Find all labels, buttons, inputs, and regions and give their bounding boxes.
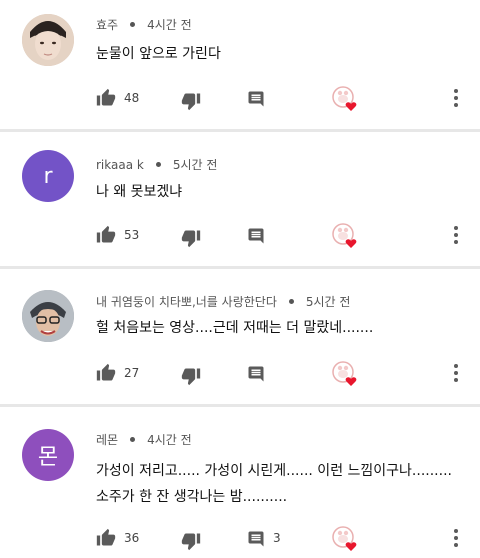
reply-icon[interactable] — [247, 365, 265, 383]
comment-time[interactable]: 5시간 전 — [173, 158, 218, 172]
comment-author[interactable]: 내 귀염둥이 치타뽀,너를 사랑한단다 — [96, 295, 277, 309]
comment-line: 헐 처음보는 영상....근데 저때는 더 말랐네....... — [96, 320, 374, 336]
thumbs-up-icon[interactable] — [96, 363, 116, 383]
separator-dot — [155, 162, 161, 167]
like-count: 36 — [124, 531, 140, 545]
creator-heart-badge — [330, 221, 360, 251]
comment-text: 눈물이 앞으로 가린다 — [96, 44, 221, 64]
comment-author[interactable]: rikaaa k — [96, 158, 144, 172]
separator-dot — [288, 299, 294, 304]
thumbs-up-icon[interactable] — [96, 225, 116, 245]
comment-meta: 레몬 4시간 전 — [96, 431, 192, 448]
thumbs-down-icon[interactable] — [181, 366, 201, 386]
reply-icon[interactable] — [247, 90, 265, 108]
avatar[interactable] — [22, 290, 74, 342]
comment-item: 내 귀염둥이 치타뽀,너를 사랑한단다 5시간 전 헐 처음보는 영상....근데… — [0, 269, 480, 403]
comment-time[interactable]: 4시간 전 — [147, 433, 192, 447]
comment-meta: rikaaa k 5시간 전 — [96, 156, 217, 173]
thumbs-up-icon[interactable] — [96, 528, 116, 548]
comment-item: r rikaaa k 5시간 전 나 왜 못보겠냐 53 — [0, 132, 480, 266]
avatar[interactable] — [22, 14, 74, 66]
comment-time[interactable]: 5시간 전 — [306, 295, 351, 309]
comment-line: 나 왜 못보겠냐 — [96, 184, 183, 200]
heart-icon — [332, 361, 357, 386]
creator-heart-badge — [330, 524, 360, 554]
comment-meta: 효주 4시간 전 — [96, 16, 192, 33]
comment-line: 소주가 한 잔 생각나는 밤.......... — [96, 489, 288, 505]
avatar-letter: 몬 — [37, 445, 59, 470]
reply-count: 3 — [273, 531, 281, 545]
heart-icon — [332, 526, 357, 551]
thumbs-up-icon[interactable] — [96, 88, 116, 108]
avatar-letter: r — [43, 163, 53, 189]
more-options-icon[interactable] — [450, 527, 462, 549]
like-count: 27 — [124, 366, 140, 380]
comment-time[interactable]: 4시간 전 — [147, 18, 192, 32]
comment-text: 가성이 저리고..... 가성이 시린게...... 이런 느낌이구나.....… — [96, 458, 452, 510]
comment-author[interactable]: 레몬 — [96, 433, 118, 447]
comment-actions: 36 3 — [0, 524, 480, 554]
more-options-icon[interactable] — [450, 87, 462, 109]
creator-heart-badge — [330, 84, 360, 114]
comment-meta: 내 귀염둥이 치타뽀,너를 사랑한단다 5시간 전 — [96, 293, 350, 310]
reply-icon[interactable] — [247, 530, 265, 548]
comment-actions: 48 — [0, 84, 480, 114]
heart-icon — [332, 86, 357, 111]
avatar[interactable]: 몬 — [22, 429, 74, 481]
comment-text: 나 왜 못보겠냐 — [96, 182, 182, 202]
creator-heart-badge — [330, 359, 360, 389]
thumbs-down-icon[interactable] — [181, 228, 201, 248]
comment-author[interactable]: 효주 — [96, 18, 118, 32]
heart-icon — [332, 223, 357, 248]
avatar-photo — [22, 14, 74, 66]
more-options-icon[interactable] — [450, 362, 462, 384]
comment-item: 몬 레몬 4시간 전 가성이 저리고..... 가성이 시린게...... 이런 … — [0, 407, 480, 552]
comment-item: 효주 4시간 전 눈물이 앞으로 가린다 48 — [0, 0, 480, 128]
comment-line: 눈물이 앞으로 가린다 — [96, 46, 221, 62]
avatar[interactable]: r — [22, 150, 74, 202]
more-options-icon[interactable] — [450, 224, 462, 246]
comment-line: 가성이 저리고..... 가성이 시린게...... 이런 느낌이구나.....… — [96, 463, 452, 479]
thumbs-down-icon[interactable] — [181, 91, 201, 111]
like-count: 48 — [124, 91, 140, 105]
comment-actions: 27 — [0, 359, 480, 389]
separator-dot — [130, 437, 136, 442]
comment-actions: 53 — [0, 221, 480, 251]
reply-icon[interactable] — [247, 227, 265, 245]
avatar-photo — [22, 290, 74, 342]
comment-text: 헐 처음보는 영상....근데 저때는 더 말랐네....... — [96, 318, 373, 338]
separator-dot — [130, 22, 136, 27]
thumbs-down-icon[interactable] — [181, 531, 201, 551]
like-count: 53 — [124, 228, 140, 242]
